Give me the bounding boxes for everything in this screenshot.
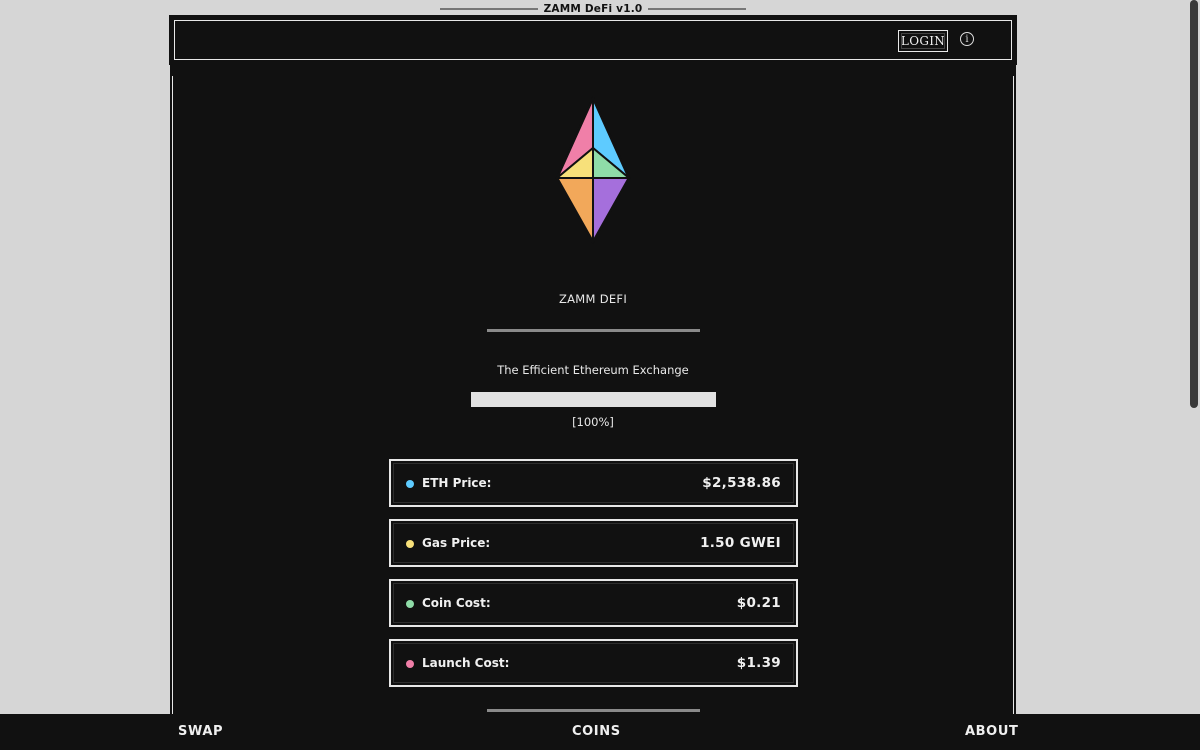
- status-dot: [406, 480, 414, 488]
- nav-coins[interactable]: COINS: [572, 724, 621, 739]
- stat-label: Launch Cost:: [422, 656, 510, 670]
- app-page: ZAMM DeFi v1.0 LOGIN i ZAMM DEFI The Eff…: [0, 0, 1200, 750]
- section-divider: [487, 709, 700, 712]
- status-dot: [406, 600, 414, 608]
- loading-progress-fill: [471, 392, 716, 407]
- stat-card-eth-price: ETH Price: $2,538.86: [389, 459, 798, 507]
- header-bar: LOGIN i: [169, 15, 1017, 65]
- window-title: ZAMM DeFi v1.0: [543, 3, 643, 15]
- scrollbar-thumb[interactable]: [1190, 0, 1198, 408]
- tagline: The Efficient Ethereum Exchange: [497, 363, 689, 377]
- nav-swap[interactable]: SWAP: [178, 724, 223, 739]
- stat-value: $1.39: [736, 655, 781, 671]
- bottom-nav: SWAP COINS ABOUT: [0, 714, 1200, 750]
- stat-label: ETH Price:: [422, 476, 492, 490]
- section-divider: [487, 329, 700, 332]
- status-dot: [406, 660, 414, 668]
- nav-about[interactable]: ABOUT: [965, 724, 1018, 739]
- stat-value: 1.50 GWEI: [700, 535, 781, 551]
- login-button[interactable]: LOGIN: [898, 30, 948, 52]
- main-panel: ZAMM DEFI The Efficient Ethereum Exchang…: [170, 64, 1016, 750]
- header-frame: [174, 20, 1012, 60]
- window-title-bar: ZAMM DeFi v1.0: [440, 2, 746, 16]
- stat-label: Coin Cost:: [422, 596, 491, 610]
- stat-card-gas-price: Gas Price: 1.50 GWEI: [389, 519, 798, 567]
- title-rule-right: [648, 8, 746, 10]
- stat-value: $0.21: [736, 595, 781, 611]
- status-dot: [406, 540, 414, 548]
- app-name: ZAMM DEFI: [558, 292, 628, 306]
- scrollbar[interactable]: [1188, 0, 1200, 714]
- stat-card-coin-cost: Coin Cost: $0.21: [389, 579, 798, 627]
- info-icon[interactable]: i: [960, 32, 974, 46]
- loading-progress-bar: [471, 392, 716, 407]
- stat-card-launch-cost: Launch Cost: $1.39: [389, 639, 798, 687]
- stat-value: $2,538.86: [702, 475, 781, 491]
- loading-progress-text: [100%]: [572, 415, 614, 429]
- ethereum-diamond-icon: [555, 96, 631, 244]
- title-rule-left: [440, 8, 538, 10]
- stat-label: Gas Price:: [422, 536, 491, 550]
